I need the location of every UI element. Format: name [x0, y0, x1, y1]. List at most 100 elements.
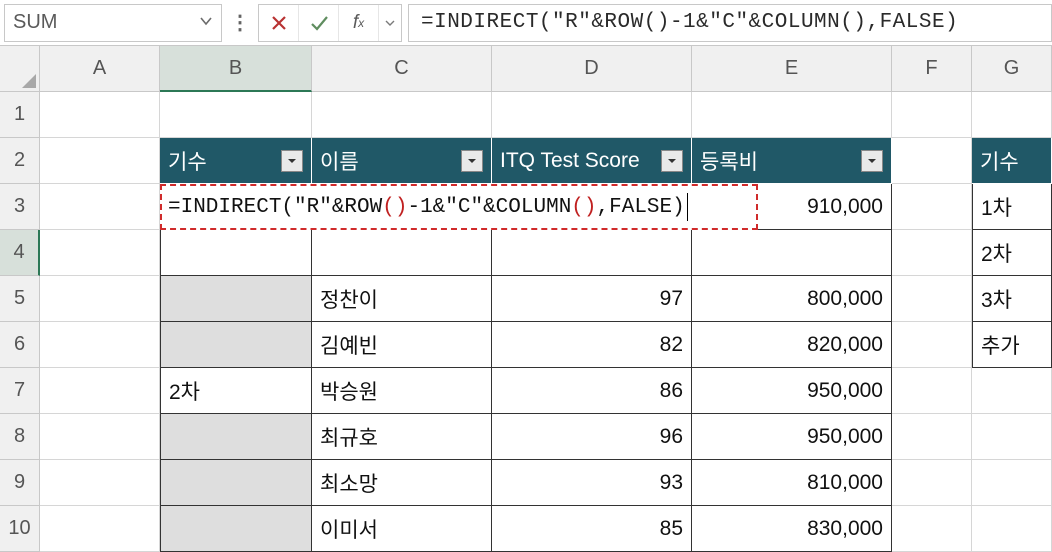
cell-g10[interactable] [972, 506, 1052, 552]
filter-button[interactable] [861, 150, 883, 172]
cell-a10[interactable] [40, 506, 160, 552]
cell-e8[interactable]: 950,000 [692, 414, 892, 460]
cell-b9[interactable] [160, 460, 312, 506]
cancel-button[interactable] [259, 5, 299, 41]
cell-f9[interactable] [892, 460, 972, 506]
cell-d8[interactable]: 96 [492, 414, 692, 460]
cell-a4[interactable] [40, 230, 160, 276]
cell-c8[interactable]: 최규호 [312, 414, 492, 460]
cell-editing-overlay[interactable]: =INDIRECT("R"&ROW()-1&"C"&COLUMN(),FALSE… [160, 184, 758, 230]
cell-f6[interactable] [892, 322, 972, 368]
cell-c7[interactable]: 박승원 [312, 368, 492, 414]
cell-f2[interactable] [892, 138, 972, 184]
cell-g4[interactable]: 2차 [972, 230, 1052, 276]
name-box[interactable]: SUM [4, 4, 222, 42]
cell-c10[interactable]: 이미서 [312, 506, 492, 552]
cell-g5[interactable]: 3차 [972, 276, 1052, 322]
expand-formula-icon[interactable] [379, 5, 401, 41]
cell-f8[interactable] [892, 414, 972, 460]
header-cell-b2[interactable]: 기수 [160, 138, 312, 184]
name-box-value: SUM [13, 11, 57, 34]
cell-f4[interactable] [892, 230, 972, 276]
cell-a5[interactable] [40, 276, 160, 322]
cell-a1[interactable] [40, 92, 160, 138]
header-cell-d2[interactable]: ITQ Test Score [492, 138, 692, 184]
chevron-down-icon[interactable] [199, 11, 213, 34]
cell-b5[interactable] [160, 276, 312, 322]
cell-c1[interactable] [312, 92, 492, 138]
header-cell-c2[interactable]: 이름 [312, 138, 492, 184]
cell-d5[interactable]: 97 [492, 276, 692, 322]
col-head-b[interactable]: B [160, 46, 312, 92]
row-head-3[interactable]: 3 [0, 184, 40, 230]
cell-b7[interactable]: 2차 [160, 368, 312, 414]
cell-b6[interactable] [160, 322, 312, 368]
cell-g7[interactable] [972, 368, 1052, 414]
cell-b4[interactable] [160, 230, 312, 276]
insert-function-button[interactable]: fx [339, 5, 379, 41]
cell-e9[interactable]: 810,000 [692, 460, 892, 506]
col-head-f[interactable]: F [892, 46, 972, 92]
cell-e1[interactable] [692, 92, 892, 138]
cell-b8[interactable] [160, 414, 312, 460]
cell-a6[interactable] [40, 322, 160, 368]
col-head-e[interactable]: E [692, 46, 892, 92]
cell-c5[interactable]: 정찬이 [312, 276, 492, 322]
text-cursor [687, 193, 688, 221]
cell-a2[interactable] [40, 138, 160, 184]
row-head-6[interactable]: 6 [0, 322, 40, 368]
cell-d10[interactable]: 85 [492, 506, 692, 552]
row-head-2[interactable]: 2 [0, 138, 40, 184]
row-head-9[interactable]: 9 [0, 460, 40, 506]
cell-a9[interactable] [40, 460, 160, 506]
cell-g8[interactable] [972, 414, 1052, 460]
row-head-1[interactable]: 1 [0, 92, 40, 138]
cell-e4[interactable] [692, 230, 892, 276]
row-head-8[interactable]: 8 [0, 414, 40, 460]
cell-f7[interactable] [892, 368, 972, 414]
cell-c6[interactable]: 김예빈 [312, 322, 492, 368]
cell-e6[interactable]: 820,000 [692, 322, 892, 368]
filter-button[interactable] [281, 150, 303, 172]
cell-f3[interactable] [892, 184, 972, 230]
spreadsheet-grid[interactable]: A B C D E F G 1 2 기수 이름 ITQ Test Score 등… [0, 46, 1052, 552]
row-head-7[interactable]: 7 [0, 368, 40, 414]
cell-g6[interactable]: 추가 [972, 322, 1052, 368]
cell-g9[interactable] [972, 460, 1052, 506]
cell-d7[interactable]: 86 [492, 368, 692, 414]
col-head-g[interactable]: G [972, 46, 1052, 92]
cell-c4[interactable] [312, 230, 492, 276]
row-head-4[interactable]: 4 [0, 230, 40, 276]
col-head-d[interactable]: D [492, 46, 692, 92]
cell-f5[interactable] [892, 276, 972, 322]
cell-b1[interactable] [160, 92, 312, 138]
enter-button[interactable] [299, 5, 339, 41]
formula-input[interactable]: =INDIRECT("R"&ROW()-1&"C"&COLUMN(),FALSE… [408, 4, 1052, 42]
filter-button[interactable] [461, 150, 483, 172]
header-cell-e2[interactable]: 등록비 [692, 138, 892, 184]
filter-button[interactable] [661, 150, 683, 172]
formula-bar-row: SUM ⋮ fx =INDIRECT("R"&ROW()-1&"C"&COLUM… [0, 0, 1052, 46]
cell-g3[interactable]: 1차 [972, 184, 1052, 230]
cell-a8[interactable] [40, 414, 160, 460]
cell-b10[interactable] [160, 506, 312, 552]
row-head-10[interactable]: 10 [0, 506, 40, 552]
cell-g1[interactable] [972, 92, 1052, 138]
cell-d9[interactable]: 93 [492, 460, 692, 506]
cell-f1[interactable] [892, 92, 972, 138]
cell-a7[interactable] [40, 368, 160, 414]
col-head-a[interactable]: A [40, 46, 160, 92]
select-all-button[interactable] [0, 46, 40, 92]
cell-e7[interactable]: 950,000 [692, 368, 892, 414]
col-head-c[interactable]: C [312, 46, 492, 92]
row-head-5[interactable]: 5 [0, 276, 40, 322]
cell-e10[interactable]: 830,000 [692, 506, 892, 552]
cell-d1[interactable] [492, 92, 692, 138]
header-cell-g2[interactable]: 기수 [972, 138, 1052, 184]
cell-a3[interactable] [40, 184, 160, 230]
cell-d6[interactable]: 82 [492, 322, 692, 368]
cell-c9[interactable]: 최소망 [312, 460, 492, 506]
cell-e5[interactable]: 800,000 [692, 276, 892, 322]
cell-d4[interactable] [492, 230, 692, 276]
cell-f10[interactable] [892, 506, 972, 552]
